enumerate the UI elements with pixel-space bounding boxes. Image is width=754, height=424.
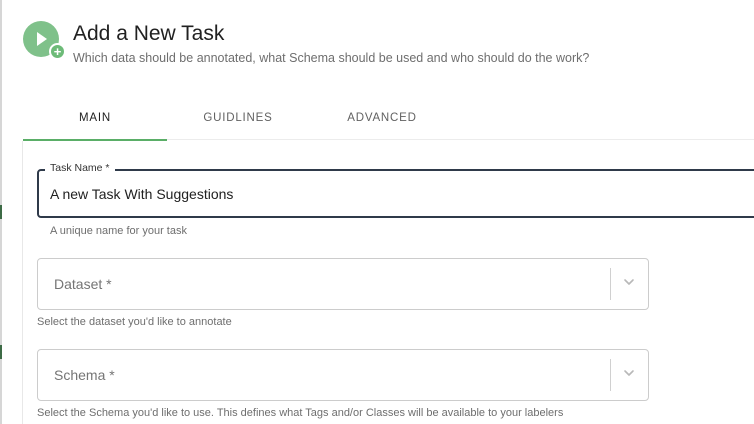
task-name-label: Task Name * [45,162,115,174]
tab-bar: MAIN GUIDLINES ADVANCED [23,100,754,141]
schema-placeholder: Schema * [54,367,115,383]
select-separator [610,268,611,300]
chevron-down-icon[interactable] [622,366,636,380]
page-subtitle: Which data should be annotated, what Sch… [73,51,590,65]
chevron-down-icon[interactable] [622,275,636,289]
left-rail [0,0,2,424]
add-badge-icon: + [49,43,66,60]
schema-select[interactable]: Schema * [37,349,649,401]
rail-marker [0,345,2,359]
dataset-placeholder: Dataset * [54,276,112,292]
tab-main[interactable]: MAIN [23,100,167,141]
tab-guidelines[interactable]: GUIDLINES [166,100,310,140]
dataset-select[interactable]: Dataset * [37,258,649,310]
dataset-helper: Select the dataset you'd like to annotat… [37,316,232,328]
add-task-page: + Add a New Task Which data should be an… [0,0,754,424]
schema-helper: Select the Schema you'd like to use. Thi… [37,407,564,419]
page-title: Add a New Task [73,22,225,45]
play-triangle [37,32,47,46]
task-name-helper: A unique name for your task [50,225,187,237]
tab-advanced[interactable]: ADVANCED [310,100,454,140]
select-separator [610,359,611,391]
task-name-value: A new Task With Suggestions [50,186,234,202]
rail-marker [0,205,2,219]
